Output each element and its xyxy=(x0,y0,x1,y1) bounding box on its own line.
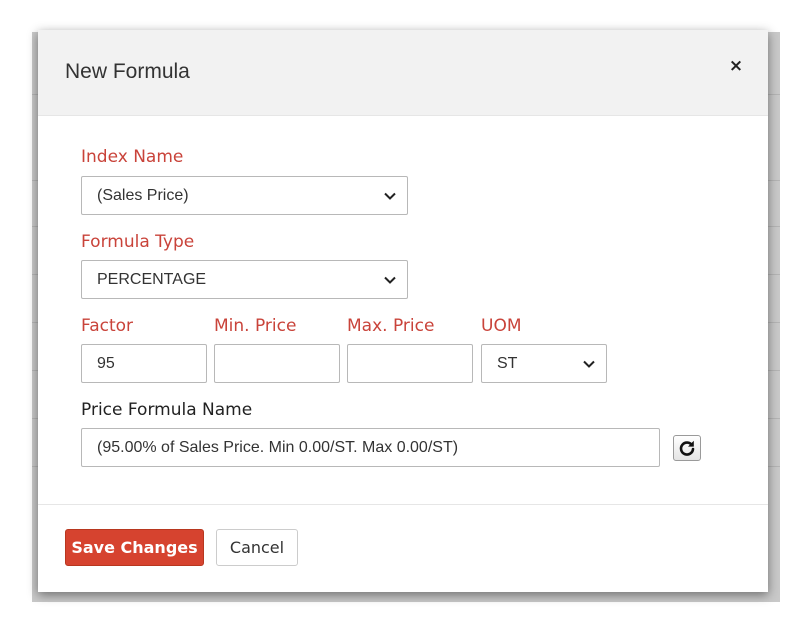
price-formula-name-label: Price Formula Name xyxy=(81,400,253,420)
uom-label: UOM xyxy=(481,316,522,336)
formula-type-value: PERCENTAGE xyxy=(97,270,207,288)
save-changes-button[interactable]: Save Changes xyxy=(65,529,204,566)
cancel-button[interactable]: Cancel xyxy=(216,529,298,566)
index-name-label: Index Name xyxy=(81,147,184,167)
refresh-button[interactable] xyxy=(673,435,701,461)
price-formula-name-value: (95.00% of Sales Price. Min 0.00/ST. Max… xyxy=(97,438,459,456)
uom-select[interactable]: ST xyxy=(481,344,607,383)
footer-divider xyxy=(38,504,768,505)
min-price-input[interactable] xyxy=(214,344,340,383)
formula-type-label: Formula Type xyxy=(81,232,195,252)
index-name-select[interactable]: (Sales Price) xyxy=(81,176,408,215)
chevron-down-icon xyxy=(384,192,396,200)
chevron-down-icon xyxy=(384,276,396,284)
price-formula-name-input[interactable]: (95.00% of Sales Price. Min 0.00/ST. Max… xyxy=(81,428,660,467)
max-price-label: Max. Price xyxy=(347,316,435,336)
max-price-input[interactable] xyxy=(347,344,473,383)
factor-value: 95 xyxy=(97,354,115,372)
chevron-down-icon xyxy=(583,360,595,368)
close-icon[interactable]: × xyxy=(726,54,746,78)
new-formula-modal: New Formula × Index Name (Sales Price) F… xyxy=(38,30,768,592)
modal-title: New Formula xyxy=(65,60,190,83)
min-price-label: Min. Price xyxy=(214,316,297,336)
factor-input[interactable]: 95 xyxy=(81,344,207,383)
modal-header: New Formula × xyxy=(38,30,768,116)
index-name-value: (Sales Price) xyxy=(97,186,189,204)
uom-value: ST xyxy=(497,354,518,372)
factor-label: Factor xyxy=(81,316,134,336)
formula-type-select[interactable]: PERCENTAGE xyxy=(81,260,408,299)
refresh-icon xyxy=(679,440,695,456)
